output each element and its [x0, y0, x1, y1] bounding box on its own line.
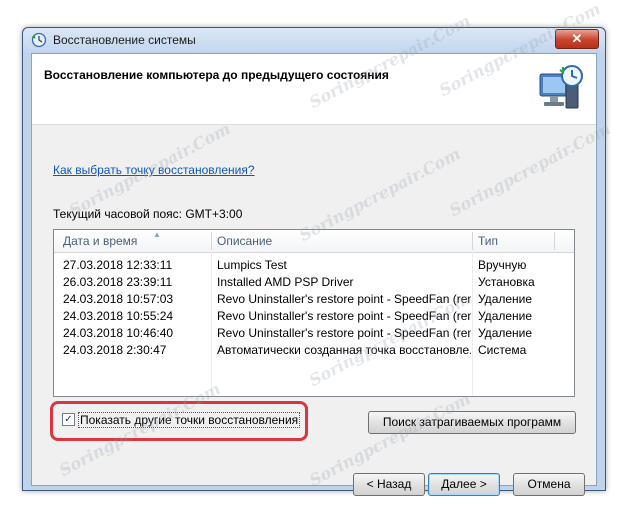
- column-divider[interactable]: [211, 232, 212, 250]
- back-button[interactable]: < Назад: [353, 473, 425, 496]
- cell-date: 24.03.2018 10:57:03: [63, 292, 174, 306]
- restore-points-table[interactable]: ▲ Дата и время Описание Тип 27.03.2018 1…: [53, 229, 575, 397]
- restore-computer-icon: [539, 65, 583, 109]
- table-row[interactable]: 24.03.2018 10:57:03 Revo Uninstaller's r…: [54, 291, 574, 308]
- system-restore-window: Восстановление системы ✕ Восстановление …: [22, 27, 606, 496]
- cell-date: 26.03.2018 23:39:11: [63, 275, 173, 289]
- column-divider[interactable]: [554, 232, 555, 250]
- table-row[interactable]: 24.03.2018 10:55:24 Revo Uninstaller's r…: [54, 308, 574, 325]
- cell-type: Удаление: [478, 292, 533, 306]
- cell-description: Автоматически созданная точка восстановл…: [217, 343, 471, 357]
- next-button[interactable]: Далее >: [428, 473, 500, 496]
- show-more-label[interactable]: Показать другие точки восстановления: [78, 412, 301, 428]
- column-header-date[interactable]: Дата и время: [63, 234, 137, 248]
- cell-date: 24.03.2018 2:30:47: [63, 343, 167, 357]
- table-header: ▲ Дата и время Описание Тип: [54, 230, 574, 253]
- cell-type: Удаление: [478, 326, 533, 340]
- table-row[interactable]: 24.03.2018 2:30:47 Автоматически созданн…: [54, 342, 574, 359]
- header-banner: Восстановление компьютера до предыдущего…: [32, 54, 596, 125]
- column-divider[interactable]: [472, 232, 473, 250]
- cell-description: Revo Uninstaller's restore point - Speed…: [217, 326, 471, 340]
- cancel-button[interactable]: Отмена: [513, 473, 585, 496]
- title-bar[interactable]: Восстановление системы ✕: [23, 28, 605, 52]
- dialog-content: Восстановление компьютера до предыдущего…: [31, 53, 597, 496]
- window-title: Восстановление системы: [53, 33, 196, 47]
- cell-type: Установка: [478, 275, 535, 289]
- table-row[interactable]: 24.03.2018 10:46:40 Revo Uninstaller's r…: [54, 325, 574, 342]
- column-header-type[interactable]: Тип: [478, 234, 498, 248]
- table-row[interactable]: 26.03.2018 23:39:11 Installed AMD PSP Dr…: [54, 274, 574, 291]
- sort-arrow-icon: ▲: [153, 230, 161, 239]
- cell-description: Installed AMD PSP Driver: [217, 275, 354, 289]
- cell-type: Система: [478, 343, 527, 357]
- how-to-choose-link[interactable]: Как выбрать точку восстановления?: [53, 163, 255, 177]
- table-row[interactable]: 27.03.2018 12:33:11 Lumpics Test Вручную: [54, 257, 574, 274]
- cell-date: 24.03.2018 10:55:24: [63, 309, 174, 323]
- cell-date: 24.03.2018 10:46:40: [63, 326, 174, 340]
- page-title: Восстановление компьютера до предыдущего…: [44, 68, 389, 82]
- cell-description: Lumpics Test: [217, 258, 287, 272]
- cell-date: 27.03.2018 12:33:11: [63, 258, 173, 272]
- cell-type: Удаление: [478, 309, 533, 323]
- cell-description: Revo Uninstaller's restore point - Speed…: [217, 309, 471, 323]
- close-button[interactable]: ✕: [555, 29, 599, 49]
- show-more-checkbox[interactable]: ✓: [62, 413, 75, 426]
- timezone-label: Текущий часовой пояс: GMT+3:00: [53, 207, 243, 221]
- system-restore-icon: [31, 32, 47, 48]
- column-header-description[interactable]: Описание: [217, 234, 272, 248]
- cell-description: Revo Uninstaller's restore point - Speed…: [217, 292, 471, 306]
- scan-affected-programs-button[interactable]: Поиск затрагиваемых программ: [368, 411, 576, 434]
- cell-type: Вручную: [478, 258, 527, 272]
